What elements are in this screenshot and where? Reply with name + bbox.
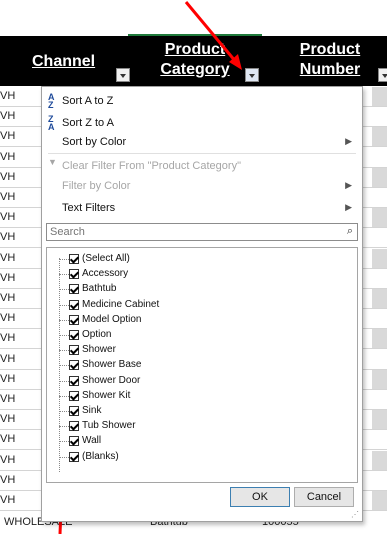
tree-connector xyxy=(59,259,69,260)
filter-item-label: Shower Door xyxy=(82,374,141,386)
checkbox-checked-icon[interactable] xyxy=(69,451,79,462)
separator xyxy=(48,153,356,154)
clear-filter[interactable]: ▼ Clear Filter From "Product Category" xyxy=(42,156,362,176)
tree-connector xyxy=(59,380,69,382)
tree-connector xyxy=(59,335,69,336)
cancel-button[interactable]: Cancel xyxy=(294,487,354,507)
filter-item-label: Model Option xyxy=(82,313,142,325)
checkbox-checked-icon[interactable] xyxy=(69,299,79,310)
checkbox-checked-icon[interactable] xyxy=(69,254,79,264)
resize-grip-icon[interactable]: ⋰ xyxy=(351,510,359,519)
filter-item-label: Medicine Cabinet xyxy=(82,298,160,310)
tree-connector xyxy=(59,365,69,367)
filter-item-label: Bathtub xyxy=(82,283,117,295)
tree-connector xyxy=(59,319,69,321)
filter-item-label: (Blanks) xyxy=(82,450,119,462)
tree-connector xyxy=(59,456,69,458)
filter-item-label: Shower Base xyxy=(82,359,142,371)
checkbox-checked-icon[interactable] xyxy=(69,330,79,340)
filter-item-label: Option xyxy=(82,329,112,340)
tree-connector xyxy=(59,274,69,276)
text-filters-label: Text Filters xyxy=(62,202,116,214)
search-field[interactable]: ⌕ xyxy=(46,223,358,241)
filter-item-label: Shower Kit xyxy=(82,389,131,401)
checkbox-checked-icon[interactable] xyxy=(69,360,79,371)
sort-by-color[interactable]: Sort by Color ▶ xyxy=(42,132,362,152)
filter-item-label: Accessory xyxy=(82,268,129,280)
sort-ascending-icon: AZ xyxy=(48,92,55,110)
text-filters[interactable]: Text Filters ▶ xyxy=(42,198,362,218)
sort-descending-icon: ZA xyxy=(48,114,55,132)
tree-connector xyxy=(59,395,69,397)
sort-z-to-a-label: Sort Z to A xyxy=(62,117,114,129)
checkbox-checked-icon[interactable] xyxy=(69,345,79,356)
filter-values-list: (Select All) Accessory Bathtub Medicine Cab… xyxy=(46,247,358,483)
tree-connector xyxy=(59,411,69,412)
sort-a-to-z-label: Sort A to Z xyxy=(62,95,114,107)
checkbox-checked-icon[interactable] xyxy=(69,375,79,386)
checkbox-checked-icon[interactable] xyxy=(69,421,79,432)
checkbox-checked-icon[interactable] xyxy=(69,406,79,416)
filter-item-label: (Select All) xyxy=(82,253,130,264)
filter-by-color-label: Filter by Color xyxy=(62,180,131,192)
filter-item-label: Tub Shower xyxy=(82,420,136,432)
checkbox-checked-icon[interactable] xyxy=(69,436,79,447)
filter-item-label: Wall xyxy=(82,435,102,447)
submenu-arrow-icon: ▶ xyxy=(345,202,352,212)
tree-connector xyxy=(59,441,69,443)
tree-connector xyxy=(59,304,69,306)
filter-item-label: Sink xyxy=(82,405,102,416)
tree-connector xyxy=(59,289,69,291)
checkbox-checked-icon[interactable] xyxy=(69,390,79,401)
checkbox-checked-icon[interactable] xyxy=(69,314,79,325)
clear-filter-icon: ▼ xyxy=(48,157,57,167)
search-input[interactable] xyxy=(50,225,330,239)
sort-by-color-label: Sort by Color xyxy=(62,136,127,148)
tree-connector xyxy=(59,426,69,428)
clear-filter-label: Clear Filter From "Product Category" xyxy=(62,160,241,172)
filter-item-label: Shower xyxy=(82,344,116,356)
search-icon: ⌕ xyxy=(346,225,353,237)
sort-a-to-z[interactable]: AZ Sort A to Z xyxy=(42,91,362,111)
autofilter-menu: AZ Sort A to Z ZA Sort Z to A Sort by Co… xyxy=(41,86,363,522)
tree-connector xyxy=(59,350,69,352)
submenu-arrow-icon: ▶ xyxy=(345,180,352,190)
ok-button[interactable]: OK xyxy=(230,487,290,507)
sort-z-to-a[interactable]: ZA Sort Z to A xyxy=(42,113,362,133)
checkbox-checked-icon[interactable] xyxy=(69,269,79,280)
filter-by-color[interactable]: Filter by Color ▶ xyxy=(42,176,362,196)
checkbox-checked-icon[interactable] xyxy=(69,284,79,295)
submenu-arrow-icon: ▶ xyxy=(345,136,352,146)
